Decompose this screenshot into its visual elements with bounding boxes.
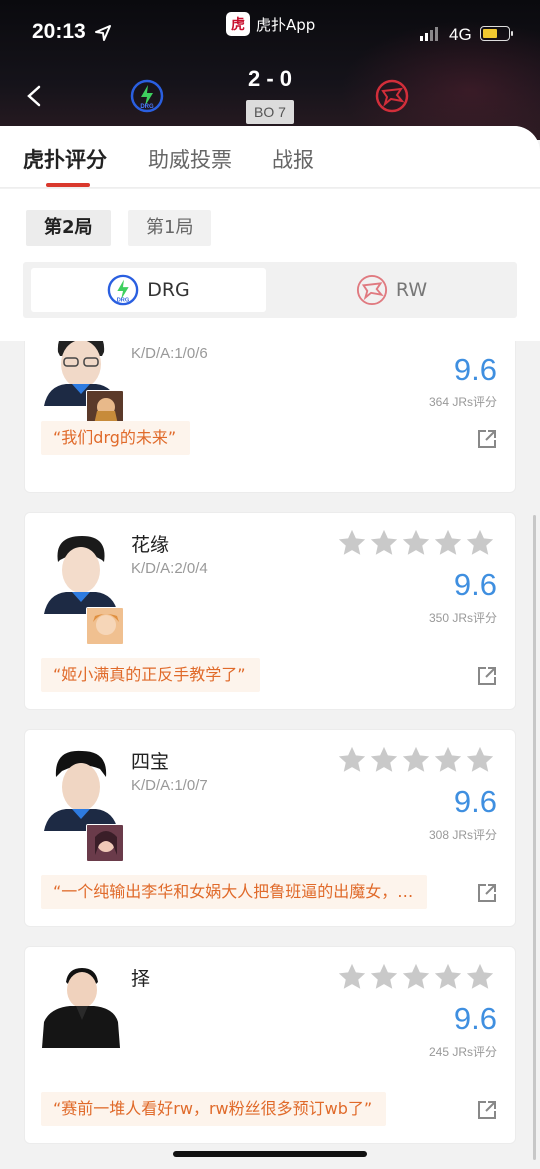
tab-cheer-vote[interactable]: 助威投票: [148, 144, 232, 174]
share-icon[interactable]: [477, 429, 497, 449]
player-score: 9.6: [453, 567, 497, 602]
player-name: 花缘: [131, 534, 170, 556]
hero-icon: [86, 607, 124, 645]
app-source-chip[interactable]: 虎 虎扑App: [226, 12, 315, 36]
player-card[interactable]: 花缘 K/D/A:2/0/4 9.6 350 JRs评分 “姬小满真的正反手教学…: [24, 512, 516, 710]
player-score: 9.6: [453, 352, 497, 387]
team-switch: DRG DRG RW: [23, 262, 517, 318]
team-option-rw[interactable]: RW: [274, 268, 509, 312]
player-kda: K/D/A:1/0/6: [131, 345, 208, 362]
share-icon[interactable]: [477, 1100, 497, 1120]
player-card[interactable]: 择 9.6 245 JRs评分 “赛前一堆人看好rw，rw粉丝很多预订wb了”: [24, 946, 516, 1144]
team-option-rw-label: RW: [395, 279, 428, 301]
top-comment[interactable]: “赛前一堆人看好rw，rw粉丝很多预订wb了”: [41, 1092, 387, 1126]
star-icon[interactable]: [369, 962, 399, 992]
tab-battle-report[interactable]: 战报: [272, 144, 314, 174]
share-icon[interactable]: [477, 666, 497, 686]
star-icon[interactable]: [369, 528, 399, 558]
rating-stars[interactable]: [337, 962, 495, 992]
player-name: 四宝: [131, 751, 170, 773]
app-label: 虎扑App: [256, 15, 316, 34]
player-avatar: [42, 530, 120, 614]
star-icon[interactable]: [369, 745, 399, 775]
star-icon[interactable]: [465, 962, 495, 992]
team-right-logo[interactable]: [375, 79, 409, 113]
star-icon[interactable]: [337, 962, 367, 992]
team-option-drg-label: DRG: [147, 279, 190, 301]
match-score: 2 - 0: [247, 66, 293, 91]
hero-icon: [86, 824, 124, 862]
star-icon[interactable]: [433, 745, 463, 775]
star-icon[interactable]: [465, 745, 495, 775]
tab-hupu-rating[interactable]: 虎扑评分: [23, 144, 107, 174]
player-rating-list: K/D/A:1/0/6 9.6 364 JRs评分 “我们drg的未来” 花缘 …: [0, 341, 540, 1169]
player-kda: K/D/A:2/0/4: [131, 560, 208, 577]
star-icon[interactable]: [433, 528, 463, 558]
top-comment[interactable]: “姬小满真的正反手教学了”: [41, 658, 260, 692]
round-selector-area: 第2局 第1局 DRG DRG RW: [0, 189, 540, 341]
share-icon[interactable]: [477, 883, 497, 903]
star-icon[interactable]: [337, 745, 367, 775]
player-avatar: [42, 964, 120, 1048]
player-votes: 245 JRs评分: [428, 1045, 497, 1059]
network-type: 4G: [449, 25, 472, 44]
player-votes: 308 JRs评分: [428, 828, 497, 842]
player-score: 9.6: [453, 1001, 497, 1036]
round-2-button[interactable]: 第2局: [26, 210, 111, 246]
svg-text:DRG: DRG: [117, 297, 130, 303]
tab-bar: 虎扑评分 助威投票 战报: [0, 126, 540, 188]
match-header: 20:13 虎 虎扑App 4G DRG 2 - 0 BO 7: [0, 0, 540, 140]
player-card[interactable]: K/D/A:1/0/6 9.6 364 JRs评分 “我们drg的未来”: [24, 341, 516, 493]
status-time: 20:13: [32, 20, 86, 43]
top-comment[interactable]: “一个纯输出李华和女娲大人把鲁班逼的出魔女，…: [41, 875, 428, 909]
rw-logo-icon: [356, 274, 387, 306]
player-name: 择: [131, 968, 151, 990]
team-option-drg[interactable]: DRG DRG: [31, 268, 266, 312]
player-votes: 350 JRs评分: [428, 611, 497, 625]
player-card[interactable]: 四宝 K/D/A:1/0/7 9.6 308 JRs评分 “一个纯输出李华和女娲…: [24, 729, 516, 927]
star-icon[interactable]: [465, 528, 495, 558]
player-votes: 364 JRs评分: [428, 395, 497, 409]
location-arrow-icon: [95, 25, 111, 41]
star-icon[interactable]: [401, 745, 431, 775]
star-icon[interactable]: [337, 528, 367, 558]
signal-icon: [420, 27, 438, 41]
top-comment[interactable]: “我们drg的未来”: [41, 421, 191, 455]
scrollbar[interactable]: [533, 515, 536, 1160]
star-icon[interactable]: [433, 962, 463, 992]
home-indicator[interactable]: [173, 1151, 367, 1157]
player-kda: K/D/A:1/0/7: [131, 777, 208, 794]
match-format: BO 7: [246, 100, 294, 124]
rating-stars[interactable]: [337, 528, 495, 558]
battery-icon: [480, 26, 513, 41]
svg-text:DRG: DRG: [140, 104, 154, 110]
player-score: 9.6: [453, 784, 497, 819]
drg-logo-icon: DRG: [107, 274, 139, 306]
star-icon[interactable]: [401, 528, 431, 558]
hupu-logo-icon: 虎: [226, 12, 250, 36]
rating-stars[interactable]: [337, 745, 495, 775]
active-tab-indicator: [46, 183, 90, 187]
star-icon[interactable]: [401, 962, 431, 992]
player-avatar: [42, 747, 120, 831]
round-1-button[interactable]: 第1局: [128, 210, 212, 246]
